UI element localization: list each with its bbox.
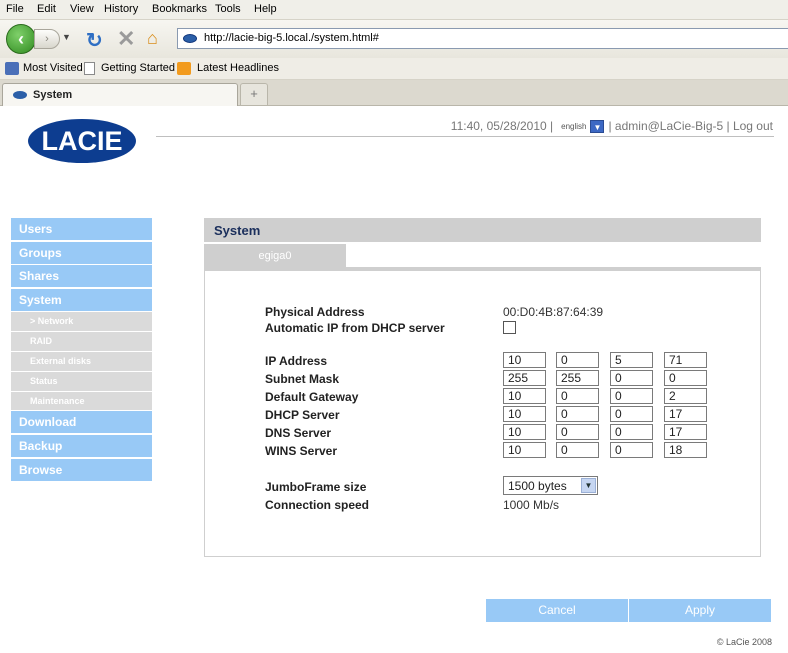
subnet-mask-label: Subnet Mask bbox=[265, 372, 340, 386]
dhcp-server-octet-4[interactable] bbox=[664, 406, 707, 422]
default-gateway-octet-4[interactable] bbox=[664, 388, 707, 404]
ip-address-octet-1[interactable] bbox=[503, 352, 546, 368]
back-arrow-icon[interactable]: ‹ bbox=[6, 24, 36, 54]
user-logout[interactable]: | admin@LaCie-Big-5 | Log out bbox=[608, 119, 773, 133]
header-info: 11:40, 05/28/2010 | english ▼ | admin@La… bbox=[451, 119, 773, 133]
default-gateway-label: Default Gateway bbox=[265, 390, 359, 404]
menu-bookmarks[interactable]: Bookmarks bbox=[152, 3, 207, 15]
subnet-mask-octet-3[interactable] bbox=[610, 370, 653, 386]
jumbo-frame-select[interactable]: 1500 bytes ▼ bbox=[503, 476, 598, 495]
default-gateway-octet-2[interactable] bbox=[556, 388, 599, 404]
subnet-mask-octet-2[interactable] bbox=[556, 370, 599, 386]
history-dropdown-icon[interactable]: ▼ bbox=[62, 32, 71, 42]
header-divider bbox=[156, 136, 774, 137]
language-select[interactable]: english bbox=[561, 122, 586, 131]
reload-icon[interactable]: ↻ bbox=[86, 28, 103, 53]
copyright: © LaCie 2008 bbox=[716, 637, 772, 647]
new-tab-button[interactable]: + bbox=[240, 83, 268, 105]
menu-edit[interactable]: Edit bbox=[37, 3, 56, 15]
connection-speed-label: Connection speed bbox=[265, 498, 370, 512]
ip-address-label: IP Address bbox=[265, 354, 328, 368]
jumbo-frame-label: JumboFrame size bbox=[265, 480, 367, 494]
menu-tools[interactable]: Tools bbox=[215, 3, 241, 15]
subnet-mask-octet-4[interactable] bbox=[664, 370, 707, 386]
subnet-mask-octet-1[interactable] bbox=[503, 370, 546, 386]
dns-server-label: DNS Server bbox=[265, 426, 332, 440]
sidebar-subitem-status[interactable]: Status bbox=[11, 371, 152, 391]
bookmark-most-visited[interactable]: Most Visited bbox=[23, 62, 83, 74]
browser-navbar: ‹ › ▼ ↻ ✕ ⌂ http://lacie-big-5.local./sy… bbox=[0, 20, 788, 58]
dns-server-octet-4[interactable] bbox=[664, 424, 707, 440]
dhcp-server-octet-3[interactable] bbox=[610, 406, 653, 422]
dns-server-octet-2[interactable] bbox=[556, 424, 599, 440]
menu-help[interactable]: Help bbox=[254, 3, 277, 15]
browser-menubar: File Edit View History Bookmarks Tools H… bbox=[0, 0, 788, 20]
forward-arrow-icon[interactable]: › bbox=[34, 29, 60, 49]
sidebar-item-browse[interactable]: Browse bbox=[11, 458, 152, 481]
dhcp-server-octet-1[interactable] bbox=[503, 406, 546, 422]
dhcp-label: Automatic IP from DHCP server bbox=[265, 321, 445, 335]
ip-address-octet-3[interactable] bbox=[610, 352, 653, 368]
sidebar-item-download[interactable]: Download bbox=[11, 411, 152, 434]
physical-address-value: 00:D0:4B:87:64:39 bbox=[503, 305, 604, 319]
default-gateway-octet-1[interactable] bbox=[503, 388, 546, 404]
home-icon[interactable]: ⌂ bbox=[147, 28, 158, 49]
menu-history[interactable]: History bbox=[104, 3, 138, 15]
sidebar-nav: Users Groups Shares System > Network RAI… bbox=[11, 218, 152, 482]
timestamp: 11:40, 05/28/2010 | bbox=[450, 119, 554, 133]
most-visited-icon bbox=[5, 62, 19, 75]
tab-egiga0[interactable]: egiga0 bbox=[204, 244, 346, 269]
sidebar-item-system[interactable]: System bbox=[11, 288, 152, 311]
bookmark-latest-headlines[interactable]: Latest Headlines bbox=[197, 62, 279, 74]
tab-system[interactable]: System bbox=[2, 83, 238, 106]
cancel-button[interactable]: Cancel bbox=[486, 599, 628, 622]
bookmarks-toolbar: Most Visited Getting Started Latest Head… bbox=[0, 58, 788, 80]
sidebar-subitem-maintenance[interactable]: Maintenance bbox=[11, 391, 152, 411]
ip-address-octet-2[interactable] bbox=[556, 352, 599, 368]
wins-server-octet-4[interactable] bbox=[664, 442, 707, 458]
sidebar-subitem-external-disks[interactable]: External disks bbox=[11, 351, 152, 371]
dhcp-checkbox[interactable] bbox=[503, 321, 516, 334]
sidebar-subitem-network[interactable]: > Network bbox=[11, 312, 152, 332]
browser-tabbar: System + bbox=[0, 80, 788, 106]
tab-favicon-icon bbox=[13, 91, 27, 99]
sidebar-item-users[interactable]: Users bbox=[11, 218, 152, 240]
menu-file[interactable]: File bbox=[6, 3, 24, 15]
bookmark-getting-started[interactable]: Getting Started bbox=[101, 62, 175, 74]
default-gateway-octet-3[interactable] bbox=[610, 388, 653, 404]
url-bar[interactable]: http://lacie-big-5.local./system.html# bbox=[177, 28, 788, 49]
menu-view[interactable]: View bbox=[70, 3, 94, 15]
url-text[interactable]: http://lacie-big-5.local./system.html# bbox=[204, 32, 379, 44]
page-title: System bbox=[204, 218, 761, 242]
lacie-logo: LACIE bbox=[28, 119, 136, 163]
ip-address-octet-4[interactable] bbox=[664, 352, 707, 368]
dns-server-octet-1[interactable] bbox=[503, 424, 546, 440]
dhcp-server-octet-2[interactable] bbox=[556, 406, 599, 422]
jumbo-frame-value: 1500 bytes bbox=[508, 479, 567, 493]
apply-button[interactable]: Apply bbox=[629, 599, 771, 622]
connection-speed-value: 1000 Mb/s bbox=[503, 498, 560, 512]
stop-icon[interactable]: ✕ bbox=[117, 26, 135, 52]
wins-server-label: WINS Server bbox=[265, 444, 338, 458]
sidebar-item-shares[interactable]: Shares bbox=[11, 265, 152, 288]
dns-server-octet-3[interactable] bbox=[610, 424, 653, 440]
page-icon bbox=[84, 62, 95, 75]
chevron-down-icon[interactable]: ▼ bbox=[590, 119, 605, 133]
wins-server-octet-2[interactable] bbox=[556, 442, 599, 458]
rss-feed-icon bbox=[177, 62, 191, 75]
wins-server-octet-1[interactable] bbox=[503, 442, 546, 458]
sidebar-subitem-raid[interactable]: RAID bbox=[11, 332, 152, 351]
tab-title: System bbox=[33, 89, 73, 101]
sidebar-item-backup[interactable]: Backup bbox=[11, 434, 152, 457]
sidebar-item-groups[interactable]: Groups bbox=[11, 241, 152, 264]
wins-server-octet-3[interactable] bbox=[610, 442, 653, 458]
site-favicon-icon bbox=[183, 34, 197, 43]
dhcp-server-label: DHCP Server bbox=[265, 408, 340, 422]
chevron-down-icon[interactable]: ▼ bbox=[581, 478, 596, 493]
physical-address-label: Physical Address bbox=[265, 305, 365, 319]
